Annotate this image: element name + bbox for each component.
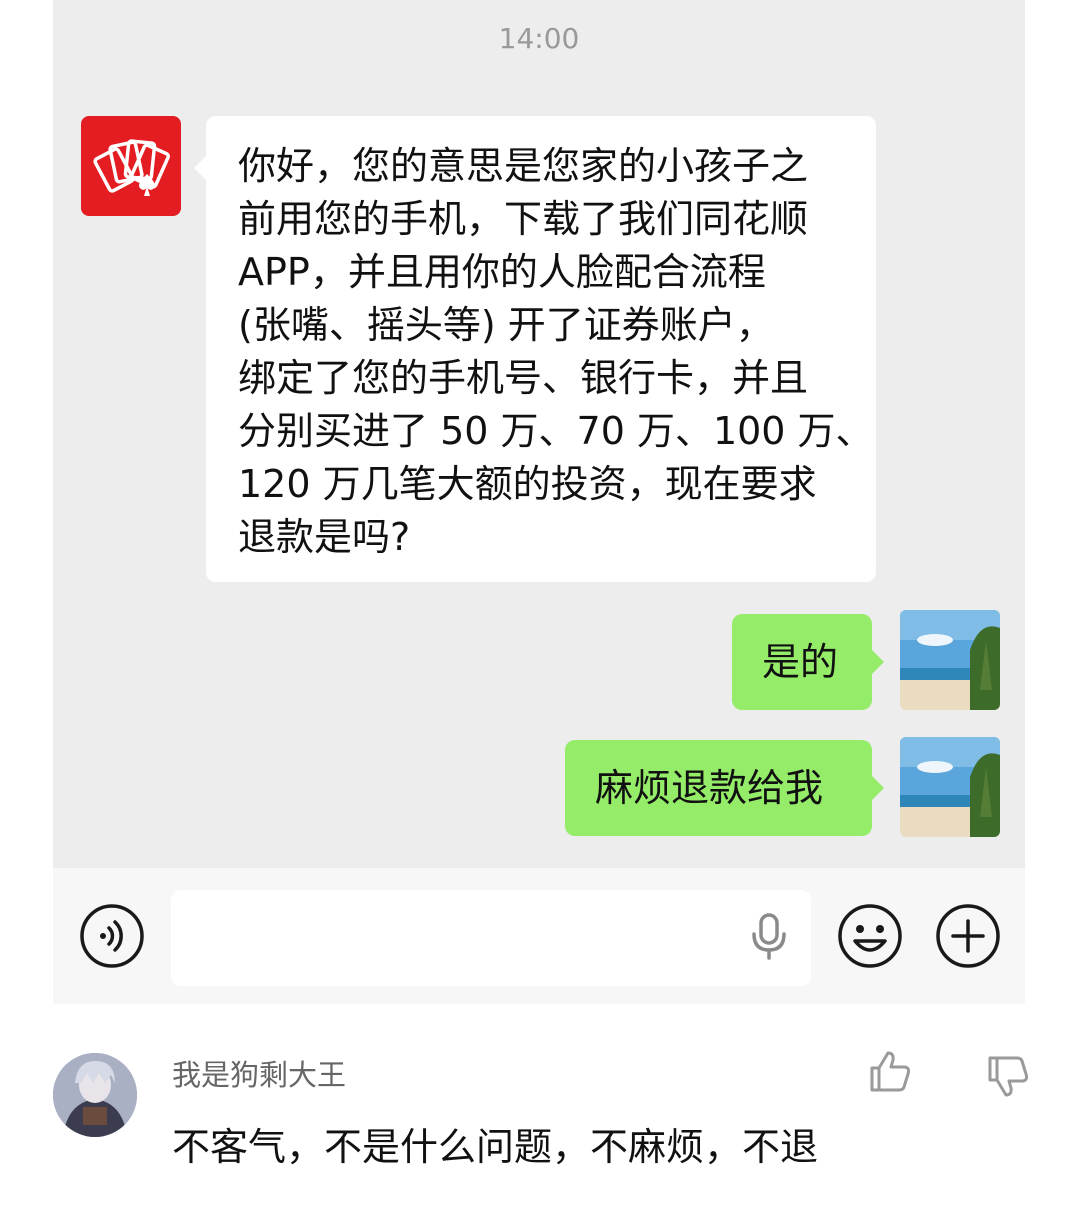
message-line: 绑定了您的手机号、银行卡，并且 [238, 356, 809, 400]
message-input[interactable] [171, 890, 811, 986]
thumbs-down-icon [988, 1056, 1029, 1097]
thumbs-up-icon [870, 1051, 911, 1092]
chat-input-bar [53, 868, 1025, 1004]
user-avatar[interactable] [900, 610, 1000, 710]
commenter-username[interactable]: 我是狗剩大王 [172, 1052, 346, 1094]
plus-icon [936, 904, 1000, 968]
message-line: 前用您的手机，下载了我们同花顺 [238, 197, 809, 241]
message-line: 你好，您的意思是您家的小孩子之 [238, 144, 809, 188]
message-timestamp: 14:00 [498, 22, 580, 55]
more-actions-button[interactable] [935, 903, 1001, 969]
message-line: APP，并且用你的人脸配合流程 [238, 250, 766, 294]
comment-text: 不客气，不是什么问题，不麻烦，不退 [172, 1125, 819, 1169]
message-text: 麻烦退款给我 [595, 766, 824, 810]
microphone-button[interactable] [749, 912, 789, 960]
dislike-button[interactable] [984, 1052, 1032, 1100]
incoming-message-bubble[interactable]: 你好，您的意思是您家的小孩子之 前用您的手机，下载了我们同花顺 APP，并且用你… [194, 116, 876, 582]
outgoing-message-bubble[interactable]: 麻烦退款给我 [565, 740, 884, 836]
chat-panel: 14:00 你好，您的意思是您家的小孩子之 前用您的手机，下载了我们同花顺 AP… [53, 0, 1025, 868]
message-line: 120 万几笔大额的投资，现在要求 [238, 462, 817, 506]
voice-wave-icon [80, 904, 144, 968]
voice-toggle-button[interactable] [79, 903, 145, 969]
beach-photo-icon [900, 610, 1000, 710]
playing-cards-logo-icon [93, 139, 170, 196]
message-line: 分别买进了 50 万、70 万、100 万、 [238, 409, 874, 453]
message-text: 是的 [762, 640, 839, 684]
message-line: (张嘴、摇头等) 开了证券账户， [238, 303, 774, 347]
smiley-icon [838, 904, 902, 968]
user-avatar[interactable] [900, 737, 1000, 837]
anime-character-avatar-icon [53, 1053, 137, 1137]
like-button[interactable] [866, 1048, 914, 1096]
message-line: 退款是吗? [238, 515, 411, 559]
commenter-avatar[interactable] [53, 1053, 137, 1137]
beach-photo-icon [900, 737, 1000, 837]
emoji-button[interactable] [837, 903, 903, 969]
app-avatar[interactable] [81, 116, 181, 216]
microphone-icon [752, 913, 786, 960]
outgoing-message-bubble[interactable]: 是的 [732, 614, 884, 710]
